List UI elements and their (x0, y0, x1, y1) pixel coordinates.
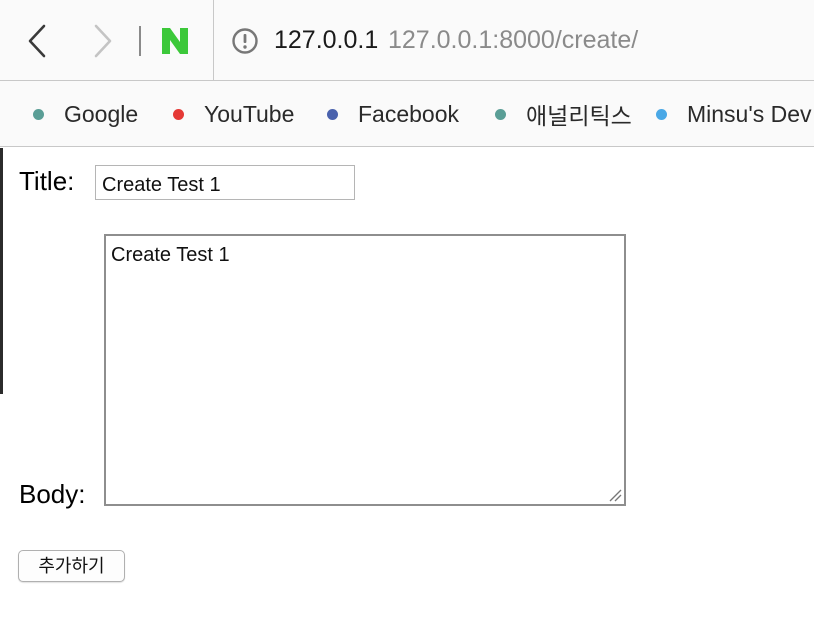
body-label: Body: (19, 479, 86, 509)
site-info-button[interactable] (231, 27, 259, 55)
bookmark-dot-icon (33, 108, 44, 120)
submit-button[interactable]: 추가하기 (18, 550, 125, 582)
bookmark-dot-icon (656, 108, 667, 120)
bookmark-label: Minsu's Dev (687, 100, 812, 127)
window-edge (0, 148, 3, 394)
bookmark-analytics[interactable]: 애널리틱스 (495, 81, 632, 146)
naver-logo-icon (162, 28, 188, 54)
toolbar-divider (213, 0, 214, 81)
info-circle-icon (232, 28, 258, 54)
bookmark-label: 애널리틱스 (526, 103, 632, 129)
chevron-left-icon (28, 24, 46, 58)
bookmark-dot-icon (495, 108, 506, 120)
bookmark-label: YouTube (204, 100, 295, 127)
url-path[interactable]: 127.0.0.1:8000/create/ (388, 24, 638, 56)
chevron-right-icon (94, 24, 112, 58)
forward-button[interactable] (88, 22, 116, 60)
naver-button[interactable] (160, 26, 190, 56)
bookmark-dot-icon (327, 108, 338, 120)
title-label: Title: (19, 166, 75, 196)
bookmark-facebook[interactable]: Facebook (327, 81, 460, 146)
bookmark-youtube[interactable]: YouTube (173, 81, 295, 146)
browser-toolbar: 127.0.0.1 127.0.0.1:8000/create/ (0, 0, 814, 81)
url-host[interactable]: 127.0.0.1 (274, 24, 378, 56)
back-button[interactable] (24, 22, 52, 60)
bookmark-label: Google (64, 100, 139, 127)
bookmark-dot-icon (173, 108, 184, 120)
bookmark-minsu-dev[interactable]: Minsu's Dev (656, 81, 812, 146)
title-input[interactable]: Create Test 1 (95, 165, 355, 200)
body-text: Create Test 1 (111, 244, 230, 266)
body-textarea[interactable]: Create Test 1 (104, 234, 626, 506)
bookmarks-bar: Google YouTube Facebook 애널리틱스 Minsu's De… (0, 81, 814, 147)
resize-grip-icon[interactable] (608, 488, 622, 502)
bookmark-google[interactable]: Google (33, 81, 139, 146)
bookmark-label: Facebook (358, 100, 460, 127)
toolbar-separator (139, 26, 141, 56)
